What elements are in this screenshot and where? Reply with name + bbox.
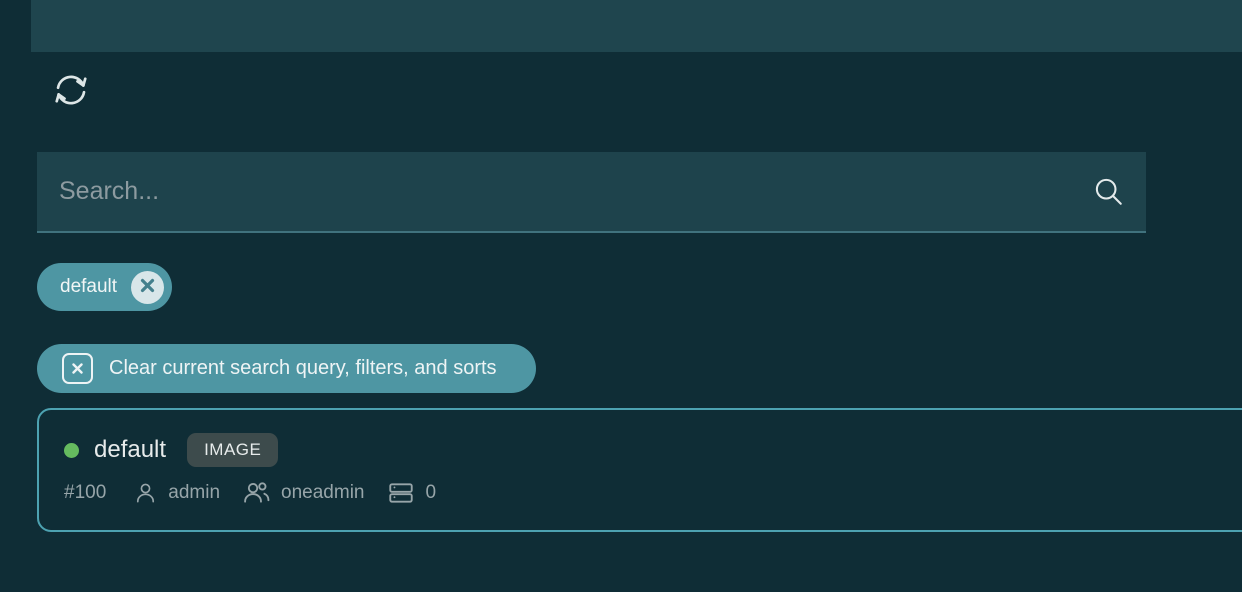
header-bar — [31, 0, 1242, 52]
vm-count-pair: 0 — [387, 479, 436, 507]
user-icon — [133, 481, 158, 506]
owner-label: admin — [168, 482, 220, 504]
image-card[interactable]: default IMAGE #100 admin onea — [37, 408, 1242, 532]
card-title: default — [94, 436, 166, 464]
circle-x-icon — [140, 278, 155, 296]
card-title-row: default IMAGE — [64, 431, 1242, 469]
vm-count-label: 0 — [425, 482, 436, 504]
type-badge: IMAGE — [187, 433, 278, 467]
status-dot-icon — [64, 443, 79, 458]
search-bar[interactable] — [37, 152, 1146, 233]
card-meta-row: #100 admin oneadmin — [64, 479, 1242, 507]
search-input[interactable] — [57, 176, 1093, 207]
group-pair: oneadmin — [243, 479, 364, 507]
server-icon — [387, 479, 415, 507]
square-x-icon — [62, 353, 93, 384]
group-label: oneadmin — [281, 482, 364, 504]
filter-chip-remove-button[interactable] — [131, 271, 164, 304]
filter-chip-default[interactable]: default — [37, 263, 172, 311]
filter-chip-label: default — [60, 276, 117, 298]
users-icon — [243, 479, 271, 507]
owner-pair: admin — [133, 481, 220, 506]
clear-filters-label: Clear current search query, filters, and… — [109, 357, 497, 380]
clear-filters-button[interactable]: Clear current search query, filters, and… — [37, 344, 536, 393]
refresh-button[interactable] — [50, 70, 92, 112]
magnifier-icon — [1093, 176, 1124, 207]
refresh-icon — [52, 71, 90, 112]
card-id: #100 — [64, 482, 106, 504]
